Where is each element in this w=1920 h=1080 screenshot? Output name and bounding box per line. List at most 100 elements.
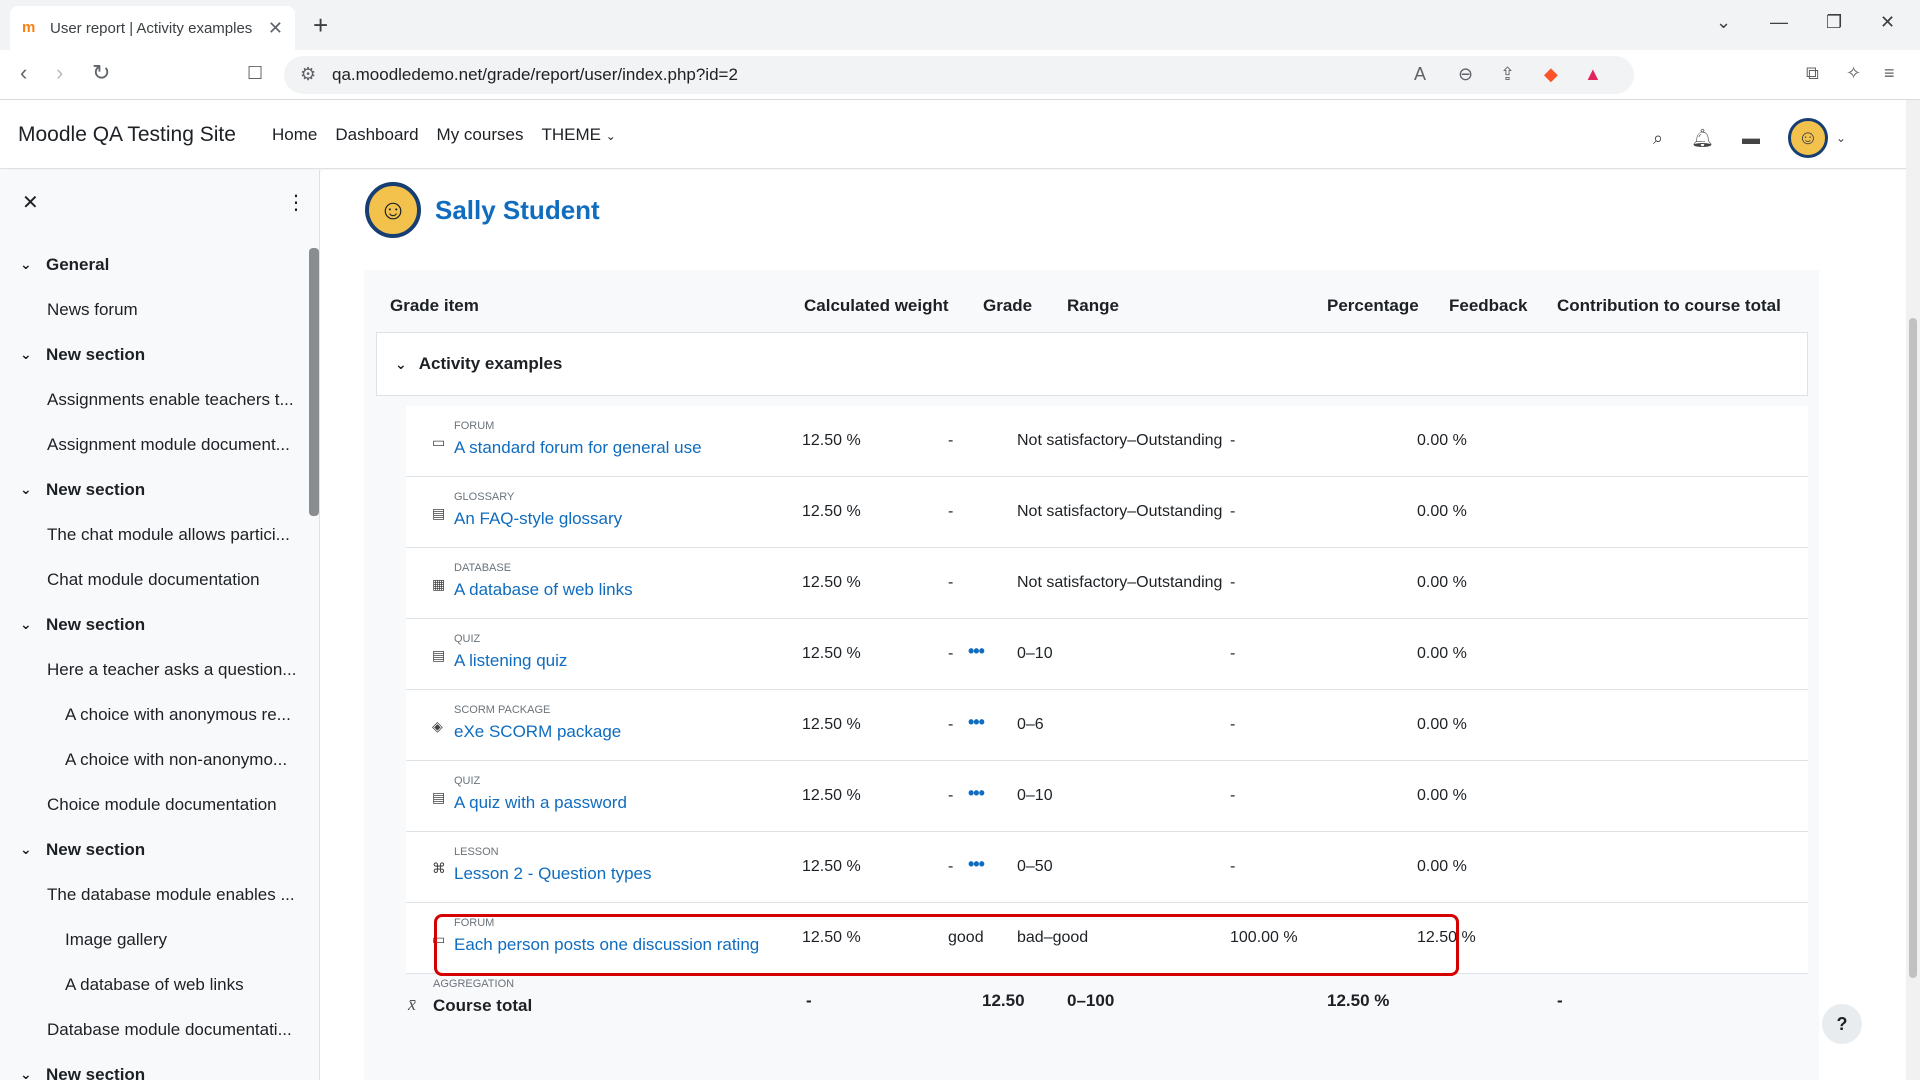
zoom-icon[interactable]: ⊖ [1458, 64, 1473, 85]
grade-item-link[interactable]: A listening quiz [454, 651, 567, 671]
more-actions-icon[interactable]: ••• [968, 712, 985, 733]
drawer-activity[interactable]: The database module enables ... [0, 872, 300, 917]
drawer-section[interactable]: ⌄ New section [0, 1052, 300, 1080]
nav-dashboard[interactable]: Dashboard [335, 125, 418, 145]
module-type: SCORM PACKAGE [454, 704, 551, 716]
drawer-scrollbar[interactable] [309, 248, 319, 516]
chevron-down-icon[interactable]: ⌄ [20, 481, 46, 498]
restore-icon[interactable]: ❐ [1826, 12, 1842, 33]
database-icon: ▦ [432, 576, 446, 592]
address-bar[interactable]: ⚙ qa.moodledemo.net/grade/report/user/in… [284, 56, 1634, 94]
moodle-favicon-icon: m [22, 19, 36, 36]
scorm-icon: ◈ [432, 718, 443, 734]
drawer-activity[interactable]: Choice module documentation [0, 782, 300, 827]
leo-ai-icon[interactable]: ✧ [1846, 63, 1861, 84]
chevron-down-icon[interactable]: ⌄ [20, 1066, 46, 1080]
drawer-section[interactable]: ⌄ New section [0, 827, 300, 872]
drawer-section[interactable]: ⌄ New section [0, 332, 300, 377]
reload-icon[interactable]: ↻ [92, 60, 110, 86]
grade-item-link[interactable]: Lesson 2 - Question types [454, 864, 652, 884]
tab-search-icon[interactable]: ⌄ [1716, 12, 1731, 33]
nav-theme[interactable]: THEME ⌄ [541, 125, 615, 145]
percentage-value: 100.00 % [1230, 929, 1298, 946]
user-menu[interactable]: ☺ ⌄ [1787, 118, 1846, 158]
grade-value: - [948, 503, 954, 520]
grade-item-link[interactable]: eXe SCORM package [454, 722, 621, 742]
extensions-icon[interactable]: ⧉ [1806, 63, 1819, 84]
back-icon[interactable]: ‹ [20, 60, 27, 86]
module-type: AGGREGATION [433, 978, 515, 990]
kebab-menu-icon[interactable]: ⋮ [286, 190, 306, 215]
brave-shield-icon[interactable]: ◆ [1544, 64, 1558, 85]
chevron-down-icon[interactable]: ⌄ [20, 346, 46, 363]
grade-value: - [948, 716, 954, 733]
range-value: 0–50 [1017, 858, 1053, 875]
site-name[interactable]: Moodle QA Testing Site [18, 123, 236, 147]
user-avatar[interactable]: ☺ [365, 182, 421, 238]
search-icon[interactable]: ⌕ [1653, 128, 1663, 149]
chevron-down-icon[interactable]: ⌄ [395, 356, 407, 373]
page-scrollbar[interactable] [1906, 100, 1920, 1080]
header-range: Range [1067, 296, 1119, 315]
drawer-activity[interactable]: Database module documentati... [0, 1007, 300, 1052]
close-tab-icon[interactable]: ✕ [268, 18, 283, 39]
bookmark-icon[interactable]: ☐ [247, 63, 263, 84]
total-range: 0–100 [1067, 991, 1115, 1010]
forum-icon: ▭ [432, 434, 446, 450]
table-row: ◈ SCORM PACKAGE eXe SCORM package 12.50 % - •… [406, 690, 1808, 761]
site-info-icon[interactable]: ⚙ [300, 64, 316, 85]
drawer-activity[interactable]: Chat module documentation [0, 557, 300, 602]
main-content: ☺ Sally Student Grade item Calculated we… [322, 170, 1906, 1080]
close-window-icon[interactable]: ✕ [1880, 12, 1895, 33]
grade-item-link[interactable]: Each person posts one discussion rating [454, 935, 759, 955]
nav-home[interactable]: Home [272, 125, 317, 145]
messages-icon[interactable]: ▬ [1742, 128, 1760, 149]
browser-tab[interactable]: m User report | Activity examples ✕ [10, 6, 295, 50]
user-grade-report: Grade item Calculated weight Grade Range… [364, 270, 1819, 1080]
help-button[interactable]: ? [1822, 1004, 1862, 1044]
more-actions-icon[interactable]: ••• [968, 783, 985, 804]
grade-item-link[interactable]: A standard forum for general use [454, 438, 702, 458]
chevron-down-icon[interactable]: ⌄ [20, 256, 46, 273]
translate-icon[interactable]: A [1414, 64, 1426, 85]
page-scrollbar-thumb[interactable] [1909, 318, 1917, 978]
drawer-activity[interactable]: The chat module allows partici... [0, 512, 300, 557]
drawer-item-label: New section [46, 614, 146, 634]
minimize-icon[interactable]: — [1770, 12, 1788, 33]
grade-item-link[interactable]: A quiz with a password [454, 793, 627, 813]
drawer-activity[interactable]: Assignments enable teachers t... [0, 377, 300, 422]
close-drawer-icon[interactable]: ✕ [22, 190, 39, 215]
chevron-down-icon: ⌄ [1835, 131, 1846, 145]
drawer-section[interactable]: ⌄ New section [0, 467, 300, 512]
more-actions-icon[interactable]: ••• [968, 641, 985, 662]
chevron-down-icon[interactable]: ⌄ [20, 616, 46, 633]
header-percentage: Percentage [1327, 296, 1419, 315]
category-row[interactable]: ⌄ Activity examples [376, 332, 1808, 396]
nav-my-courses[interactable]: My courses [437, 125, 524, 145]
drawer-section[interactable]: ⌄ General [0, 242, 300, 287]
brave-rewards-icon[interactable]: ▲ [1584, 64, 1602, 85]
drawer-activity[interactable]: A database of web links [0, 962, 300, 1007]
module-type: QUIZ [454, 633, 481, 645]
drawer-section[interactable]: ⌄ New section [0, 602, 300, 647]
contribution-value: 0.00 % [1417, 858, 1467, 875]
more-actions-icon[interactable]: ••• [968, 854, 985, 875]
drawer-activity[interactable]: A choice with non-anonymo... [0, 737, 300, 782]
drawer-activity[interactable]: Image gallery [0, 917, 300, 962]
share-icon[interactable]: ⇪ [1500, 64, 1515, 85]
menu-icon[interactable]: ≡ [1884, 63, 1895, 84]
grade-item-link[interactable]: A database of web links [454, 580, 633, 600]
new-tab-icon[interactable]: + [313, 10, 328, 41]
url-text[interactable]: qa.moodledemo.net/grade/report/user/inde… [332, 65, 738, 85]
drawer-activity[interactable]: Assignment module document... [0, 422, 300, 467]
grade-item-link[interactable]: An FAQ-style glossary [454, 509, 622, 529]
chevron-down-icon[interactable]: ⌄ [20, 841, 46, 858]
user-name-link[interactable]: Sally Student [435, 195, 600, 226]
calculated-weight: 12.50 % [802, 432, 861, 449]
forward-icon[interactable]: › [56, 60, 63, 86]
drawer-activity[interactable]: A choice with anonymous re... [0, 692, 300, 737]
notifications-bell-icon[interactable]: 🔔︎ [1691, 128, 1714, 149]
drawer-activity[interactable]: News forum [0, 287, 300, 332]
drawer-item-label: New section [46, 839, 146, 859]
drawer-activity[interactable]: Here a teacher asks a question... [0, 647, 300, 692]
